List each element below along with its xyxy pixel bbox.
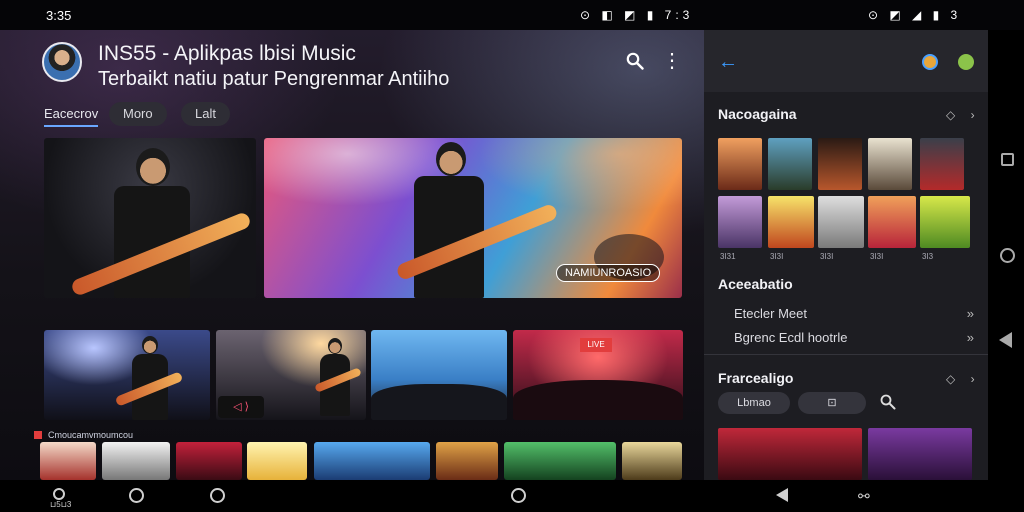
nav-label: ⊔5⊔3 [50,500,72,509]
cover-caption: 3I3I [770,252,784,261]
guitarist-figure [44,138,256,298]
status-icons-right: ⊙ ◩ ◢ ▮ 3 [868,8,962,22]
nav-circle-icon[interactable] [129,488,144,503]
tab-active[interactable]: Eacecrov [44,106,99,127]
settings-icon[interactable] [958,54,974,70]
tab-pill-2[interactable]: Lalt [181,102,230,126]
profile-icon[interactable] [922,54,938,70]
crowd-silhouette [371,384,507,420]
status-icons: ⊙ ◧ ◩ ▮ 7:3 [580,8,694,22]
search-icon[interactable] [626,52,644,70]
page-title: INS55 - Aplikpas lbisi Music [98,42,356,65]
hero-caption[interactable]: NAMIUNROASIO [556,264,661,282]
row-label-text: Cmoucamvmoumcou [48,430,134,440]
album-cover[interactable] [718,196,762,248]
crowd-silhouette [513,380,683,420]
cover-caption: 3I31 [720,252,736,261]
list-item-label: Etecler Meet [734,306,807,321]
tab-pill-1[interactable]: Moro [109,102,167,126]
album-cover[interactable] [436,442,498,480]
chat-button[interactable]: ⊡ [798,392,866,414]
album-cover[interactable] [868,196,916,248]
back-icon[interactable] [776,488,788,502]
row-dot-icon [34,431,42,439]
album-cover[interactable] [314,442,430,480]
album-cover[interactable] [768,138,812,190]
thumb-figure [44,330,210,420]
home-icon[interactable] [1000,248,1015,263]
chevron-right-icon: » [966,306,974,321]
album-cover[interactable] [718,138,762,190]
album-cover[interactable] [818,196,864,248]
more-vertical-icon[interactable]: ⋮ [662,50,682,72]
album-cover[interactable] [920,138,964,190]
video-badge[interactable]: ◁ ⟩ [218,396,264,418]
thumb-stage-1[interactable] [44,330,210,420]
main-panel: INS55 - Aplikpas lbisi Music Terbaikt na… [0,30,704,480]
album-cover[interactable] [176,442,242,480]
album-cover[interactable] [920,196,970,248]
section-controls-1[interactable]: ◇ › [946,108,981,122]
hero-card-guitarist[interactable] [44,138,256,298]
arrow-left-icon[interactable]: ← [718,52,742,72]
album-cover[interactable] [40,442,96,480]
avatar[interactable] [42,42,82,82]
album-cover[interactable] [768,196,814,248]
divider [704,354,988,355]
cover-caption: 3I3I [820,252,834,261]
live-badge: LIVE [580,338,612,352]
list-item-label: Bgrenc Ecdl hootrle [734,330,848,345]
section-title-1: Nacoagaina [718,106,797,122]
side-panel-header [704,30,988,92]
featured-card[interactable] [718,428,862,480]
nav-circle-icon[interactable] [210,488,225,503]
page-subtitle: Terbaikt natiu patur Pengrenmar Antiiho [98,68,450,90]
section-title-3: Frarcealigo [718,370,794,386]
album-cover[interactable] [247,442,307,480]
side-panel: ← Nacoagaina ◇ › 3I31 3I3I 3I3I 3I3I 3I3… [704,30,988,480]
search-icon[interactable] [880,394,896,410]
filter-button[interactable]: Lbmao [718,392,790,414]
chevron-right-icon: » [966,330,974,345]
thumb-festival[interactable] [371,330,507,420]
cover-caption: 3I3 [922,252,934,261]
album-cover[interactable] [868,138,912,190]
status-time: 3:35 [46,8,72,23]
recents-icon[interactable] [1001,153,1014,166]
section-title-2: Aceeabatio [718,276,793,292]
status-bar: 3:35 ⊙ ◧ ◩ ▮ 7:3 ⊙ ◩ ◢ ▮ 3 [0,0,1024,30]
back-icon[interactable] [999,332,1012,348]
switch-icon[interactable]: ⚯ [858,488,870,505]
list-item-1[interactable]: Etecler Meet » [734,306,974,326]
list-item-2[interactable]: Bgrenc Ecdl hootrle » [734,330,974,350]
album-cover[interactable] [622,442,682,480]
bottom-nav [0,480,1024,512]
nav-circle-icon[interactable] [53,488,65,500]
album-cover[interactable] [102,442,170,480]
album-cover[interactable] [504,442,616,480]
section-controls-3[interactable]: ◇ › [946,372,981,386]
cover-caption: 3I3I [870,252,884,261]
album-cover[interactable] [818,138,862,190]
row-label: Cmoucamvmoumcou [34,430,133,440]
featured-card[interactable] [868,428,972,480]
home-icon[interactable] [511,488,526,503]
